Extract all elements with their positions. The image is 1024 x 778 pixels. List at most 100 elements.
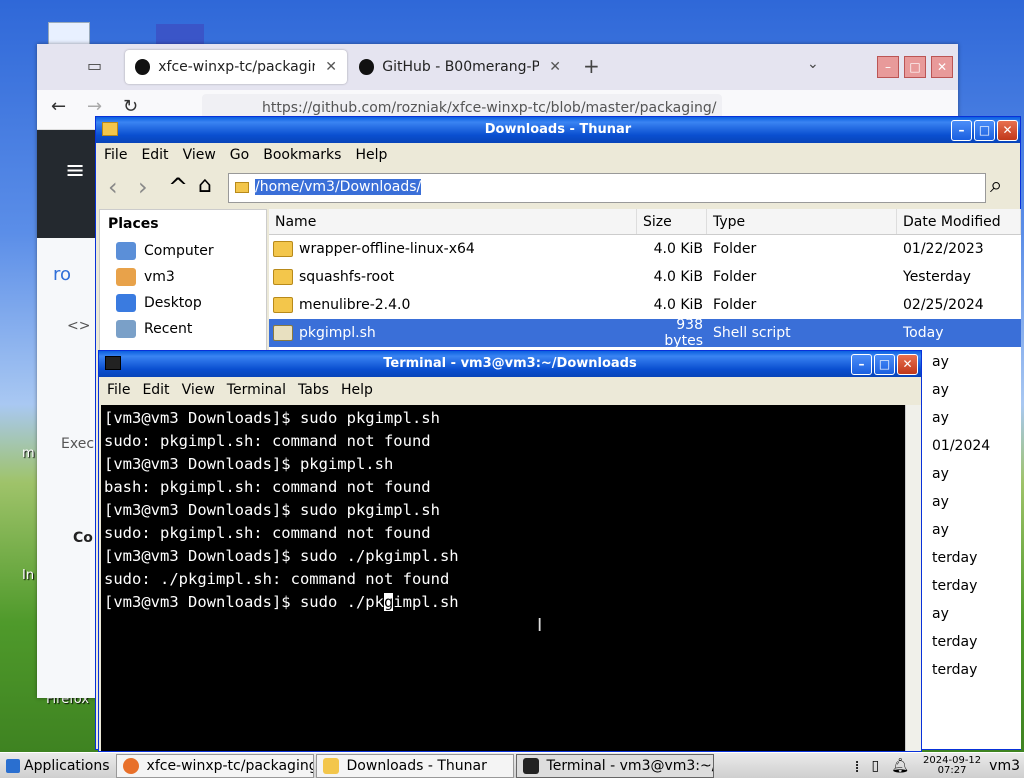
menu-bookmarks[interactable]: Bookmarks <box>263 147 341 163</box>
menu-help[interactable]: Help <box>355 147 387 163</box>
terminal-screen[interactable]: [vm3@vm3 Downloads]$ sudo pkgimpl.sh sudo… <box>101 405 905 751</box>
file-row[interactable]: squashfs-root 4.0 KiB Folder Yesterday <box>269 263 1021 291</box>
search-icon[interactable]: ⌕ <box>990 173 1002 198</box>
back-icon[interactable]: ← <box>51 96 66 117</box>
task-thunar[interactable]: Downloads - Thunar <box>315 753 514 778</box>
terminal-window: Terminal - vm3@vm3:~/Downloads – □ ✕ Fil… <box>98 350 922 752</box>
menu-view[interactable]: View <box>182 382 215 398</box>
hamburger-menu-icon[interactable]: ≡ <box>65 156 85 184</box>
column-date[interactable]: Date Modified <box>897 209 1021 234</box>
ff-maximize-button[interactable]: □ <box>904 56 926 78</box>
parent-folder-icon[interactable]: ^ <box>168 173 188 201</box>
close-tab-icon[interactable]: ✕ <box>549 59 561 75</box>
terminal-titlebar[interactable]: Terminal - vm3@vm3:~/Downloads – □ ✕ <box>99 351 921 377</box>
terminal-menubar: File Edit View Terminal Tabs Help <box>99 377 921 403</box>
forward-icon[interactable]: → <box>87 96 102 117</box>
current-line-text: impl.sh <box>393 593 459 611</box>
clock[interactable]: 2024-09-12 07:27 <box>923 756 981 776</box>
url-text: https://github.com/rozniak/xfce-winxp-tc… <box>262 100 717 116</box>
terminal-close-button[interactable]: ✕ <box>897 354 918 375</box>
place-recent[interactable]: Recent <box>100 316 266 342</box>
menu-go[interactable]: Go <box>230 147 249 163</box>
user-label[interactable]: vm3 <box>989 758 1020 774</box>
thunar-close-button[interactable]: ✕ <box>997 120 1018 141</box>
menu-tabs[interactable]: Tabs <box>298 382 329 398</box>
file-name: squashfs-root <box>299 269 395 285</box>
folder-icon <box>102 122 118 136</box>
home-icon[interactable]: ⌂ <box>198 173 212 198</box>
taskbar: Applications xfce-winxp-tc/packaging/...… <box>0 752 1024 778</box>
file-date: Yesterday <box>903 269 971 285</box>
task-firefox[interactable]: xfce-winxp-tc/packaging/... <box>115 753 314 778</box>
file-row[interactable]: menulibre-2.4.0 4.0 KiB Folder 02/25/202… <box>269 291 1021 319</box>
menu-edit[interactable]: Edit <box>141 147 168 163</box>
new-tab-icon[interactable]: + <box>583 54 600 78</box>
column-type[interactable]: Type <box>707 209 897 234</box>
menu-view[interactable]: View <box>183 147 216 163</box>
terminal-maximize-button[interactable]: □ <box>874 354 895 375</box>
close-tab-icon[interactable]: ✕ <box>325 59 337 75</box>
thunar-menubar: File Edit View Go Bookmarks Help <box>96 143 1020 167</box>
file-name: menulibre-2.4.0 <box>299 297 411 313</box>
file-date-partial: ay <box>932 410 949 426</box>
file-row-selected[interactable]: pkgimpl.sh 938 bytes Shell script Today <box>269 317 1021 349</box>
forward-icon[interactable]: › <box>138 173 148 201</box>
notification-bell-icon[interactable]: 🔔︎ <box>891 758 909 774</box>
thunar-maximize-button[interactable]: □ <box>974 120 995 141</box>
file-date: Today <box>903 325 944 341</box>
shell-script-icon <box>273 325 293 341</box>
file-row[interactable]: wrapper-offline-linux-x64 4.0 KiB Folder… <box>269 235 1021 263</box>
place-label: Computer <box>144 243 214 259</box>
place-desktop[interactable]: Desktop <box>100 290 266 316</box>
terminal-line: bash: pkgimpl.sh: command not found <box>104 478 431 496</box>
file-date-partial: ay <box>932 606 949 622</box>
menu-terminal[interactable]: Terminal <box>227 382 286 398</box>
terminal-line: sudo: pkgimpl.sh: command not found <box>104 524 431 542</box>
firefox-tab-2[interactable]: GitHub - B00merang-Proje ✕ <box>349 50 571 84</box>
tab-list-chevron-icon[interactable]: ⌄ <box>807 56 819 72</box>
terminal-scrollbar[interactable] <box>905 405 921 751</box>
file-date-partial: ay <box>932 522 949 538</box>
firefox-icon <box>122 757 139 774</box>
thunar-minimize-button[interactable]: – <box>951 120 972 141</box>
github-icon <box>135 59 151 75</box>
file-size: 4.0 KiB <box>653 297 703 313</box>
place-label: vm3 <box>144 269 175 285</box>
thunar-titlebar[interactable]: Downloads - Thunar – □ ✕ <box>96 117 1020 143</box>
back-icon[interactable]: ‹ <box>108 173 118 201</box>
applications-menu-button[interactable]: Applications <box>0 758 116 774</box>
terminal-title: Terminal - vm3@vm3:~/Downloads <box>383 356 637 371</box>
terminal-minimize-button[interactable]: – <box>851 354 872 375</box>
column-size[interactable]: Size <box>637 209 707 234</box>
firefox-tab-1[interactable]: xfce-winxp-tc/packaging/d ✕ <box>125 50 347 84</box>
place-home[interactable]: vm3 <box>100 264 266 290</box>
ff-minimize-button[interactable]: – <box>877 56 899 78</box>
terminal-line: [vm3@vm3 Downloads]$ sudo pkgimpl.sh <box>104 501 440 519</box>
github-page-sidebar: ro <> Execu Co <box>37 238 103 698</box>
reload-icon[interactable]: ↻ <box>123 96 138 117</box>
file-date-partial: ay <box>932 354 949 370</box>
repo-link[interactable]: ro <box>53 264 71 285</box>
menu-edit[interactable]: Edit <box>142 382 169 398</box>
file-size: 4.0 KiB <box>653 241 703 257</box>
menu-file[interactable]: File <box>107 382 130 398</box>
file-type: Folder <box>713 241 757 257</box>
code-button[interactable]: Co <box>73 530 93 546</box>
code-tab-icon[interactable]: <> <box>67 318 90 334</box>
column-name[interactable]: Name <box>269 209 637 234</box>
tab-overview-icon[interactable]: ▭ <box>87 56 102 75</box>
task-terminal[interactable]: Terminal - vm3@vm3:~/... <box>515 753 714 778</box>
folder-icon <box>273 241 293 257</box>
desktop-icon-2[interactable] <box>156 24 204 46</box>
terminal-line: [vm3@vm3 Downloads]$ sudo pkgimpl.sh <box>104 409 440 427</box>
file-type: Folder <box>713 297 757 313</box>
terminal-icon <box>105 356 121 370</box>
file-list-header: Name Size Type Date Modified <box>269 209 1021 235</box>
ff-close-button[interactable]: ✕ <box>931 56 953 78</box>
menu-file[interactable]: File <box>104 147 127 163</box>
place-computer[interactable]: Computer <box>100 238 266 264</box>
menu-help[interactable]: Help <box>341 382 373 398</box>
battery-icon[interactable]: ▯ <box>872 758 880 774</box>
location-bar[interactable]: /home/vm3/Downloads/ <box>228 173 986 203</box>
tab-label: xfce-winxp-tc/packaging/d <box>158 59 315 75</box>
